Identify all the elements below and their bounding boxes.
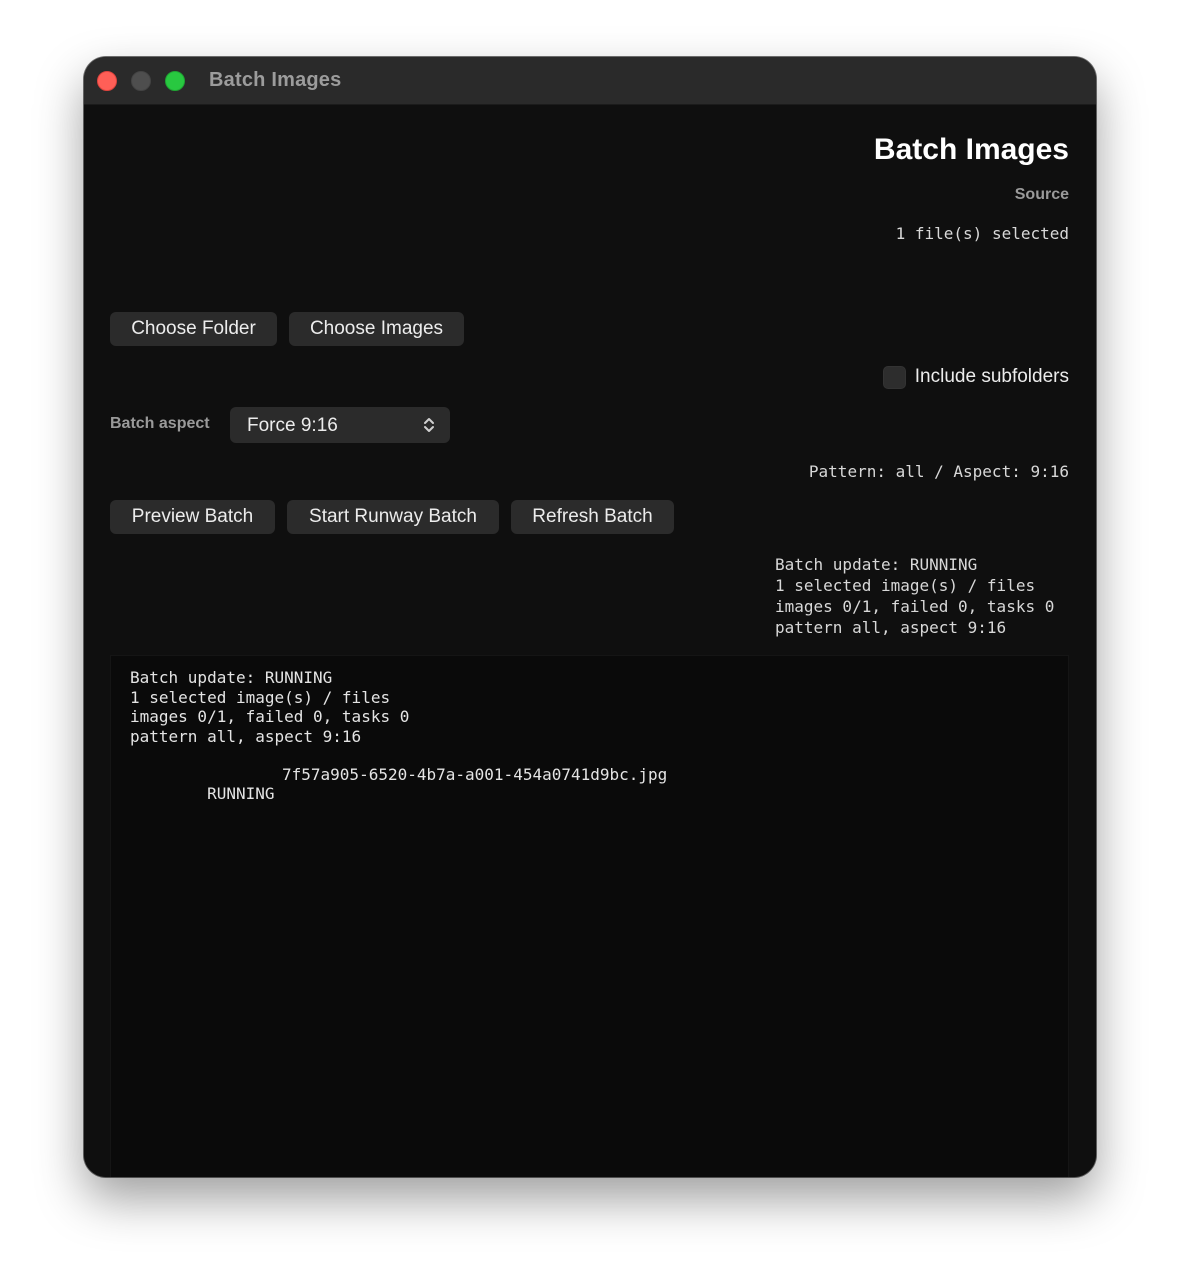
minimize-icon[interactable] [131,71,151,91]
choose-folder-button[interactable]: Choose Folder [110,312,277,346]
log-row-status: RUNNING [207,784,275,803]
app-window: Batch Images Batch Images Source 1 file(… [84,57,1096,1177]
batch-aspect-label: Batch aspect [110,415,210,432]
pattern-aspect-summary: Pattern: all / Aspect: 9:16 [808,462,1069,481]
log-row: RUNNING 7f57a905-6520-4b7a-a001-454a0741… [130,765,667,841]
chevron-up-down-icon [424,418,434,432]
close-icon[interactable] [97,71,117,91]
log-line: pattern all, aspect 9:16 [130,726,362,746]
include-subfolders-label: Include subfolders [914,366,1069,387]
log-row-file: 7f57a905-6520-4b7a-a001-454a0741d9bc.jpg [282,765,668,784]
maximize-icon[interactable] [165,71,185,91]
log-line: 1 selected image(s) / files [130,687,391,707]
start-runway-batch-button[interactable]: Start Runway Batch [287,500,499,534]
files-selected-text: 1 file(s) selected [895,224,1069,243]
log-lines: Batch update: RUNNING 1 selected image(s… [130,668,409,746]
status-summary: Batch update: RUNNING 1 selected image(s)… [775,554,1054,638]
batch-log[interactable]: Batch update: RUNNING 1 selected image(s… [110,655,1069,1177]
choose-images-button[interactable]: Choose Images [289,312,464,346]
page-title: Batch Images [873,133,1069,166]
log-line: Batch update: RUNNING [130,668,333,687]
status-line: images 0/1, failed 0, tasks 0 [775,597,1055,616]
include-subfolders-option[interactable]: Include subfolders [882,364,1069,390]
status-line: pattern all, aspect 9:16 [775,618,1007,637]
status-line: Batch update: RUNNING [775,555,978,574]
source-label: Source [1014,186,1069,203]
batch-aspect-select[interactable]: Force 9:16 [230,407,450,443]
include-subfolders-checkbox[interactable] [882,365,906,389]
status-line: 1 selected image(s) / files [775,576,1036,595]
refresh-batch-button[interactable]: Refresh Batch [511,500,674,534]
window-title: Batch Images [209,69,342,91]
preview-batch-button[interactable]: Preview Batch [110,500,275,534]
log-line: images 0/1, failed 0, tasks 0 [130,707,410,726]
title-bar[interactable]: Batch Images [84,57,1096,105]
main-content: Batch Images Source 1 file(s) selected C… [84,106,1096,1177]
batch-aspect-value: Force 9:16 [247,415,338,436]
